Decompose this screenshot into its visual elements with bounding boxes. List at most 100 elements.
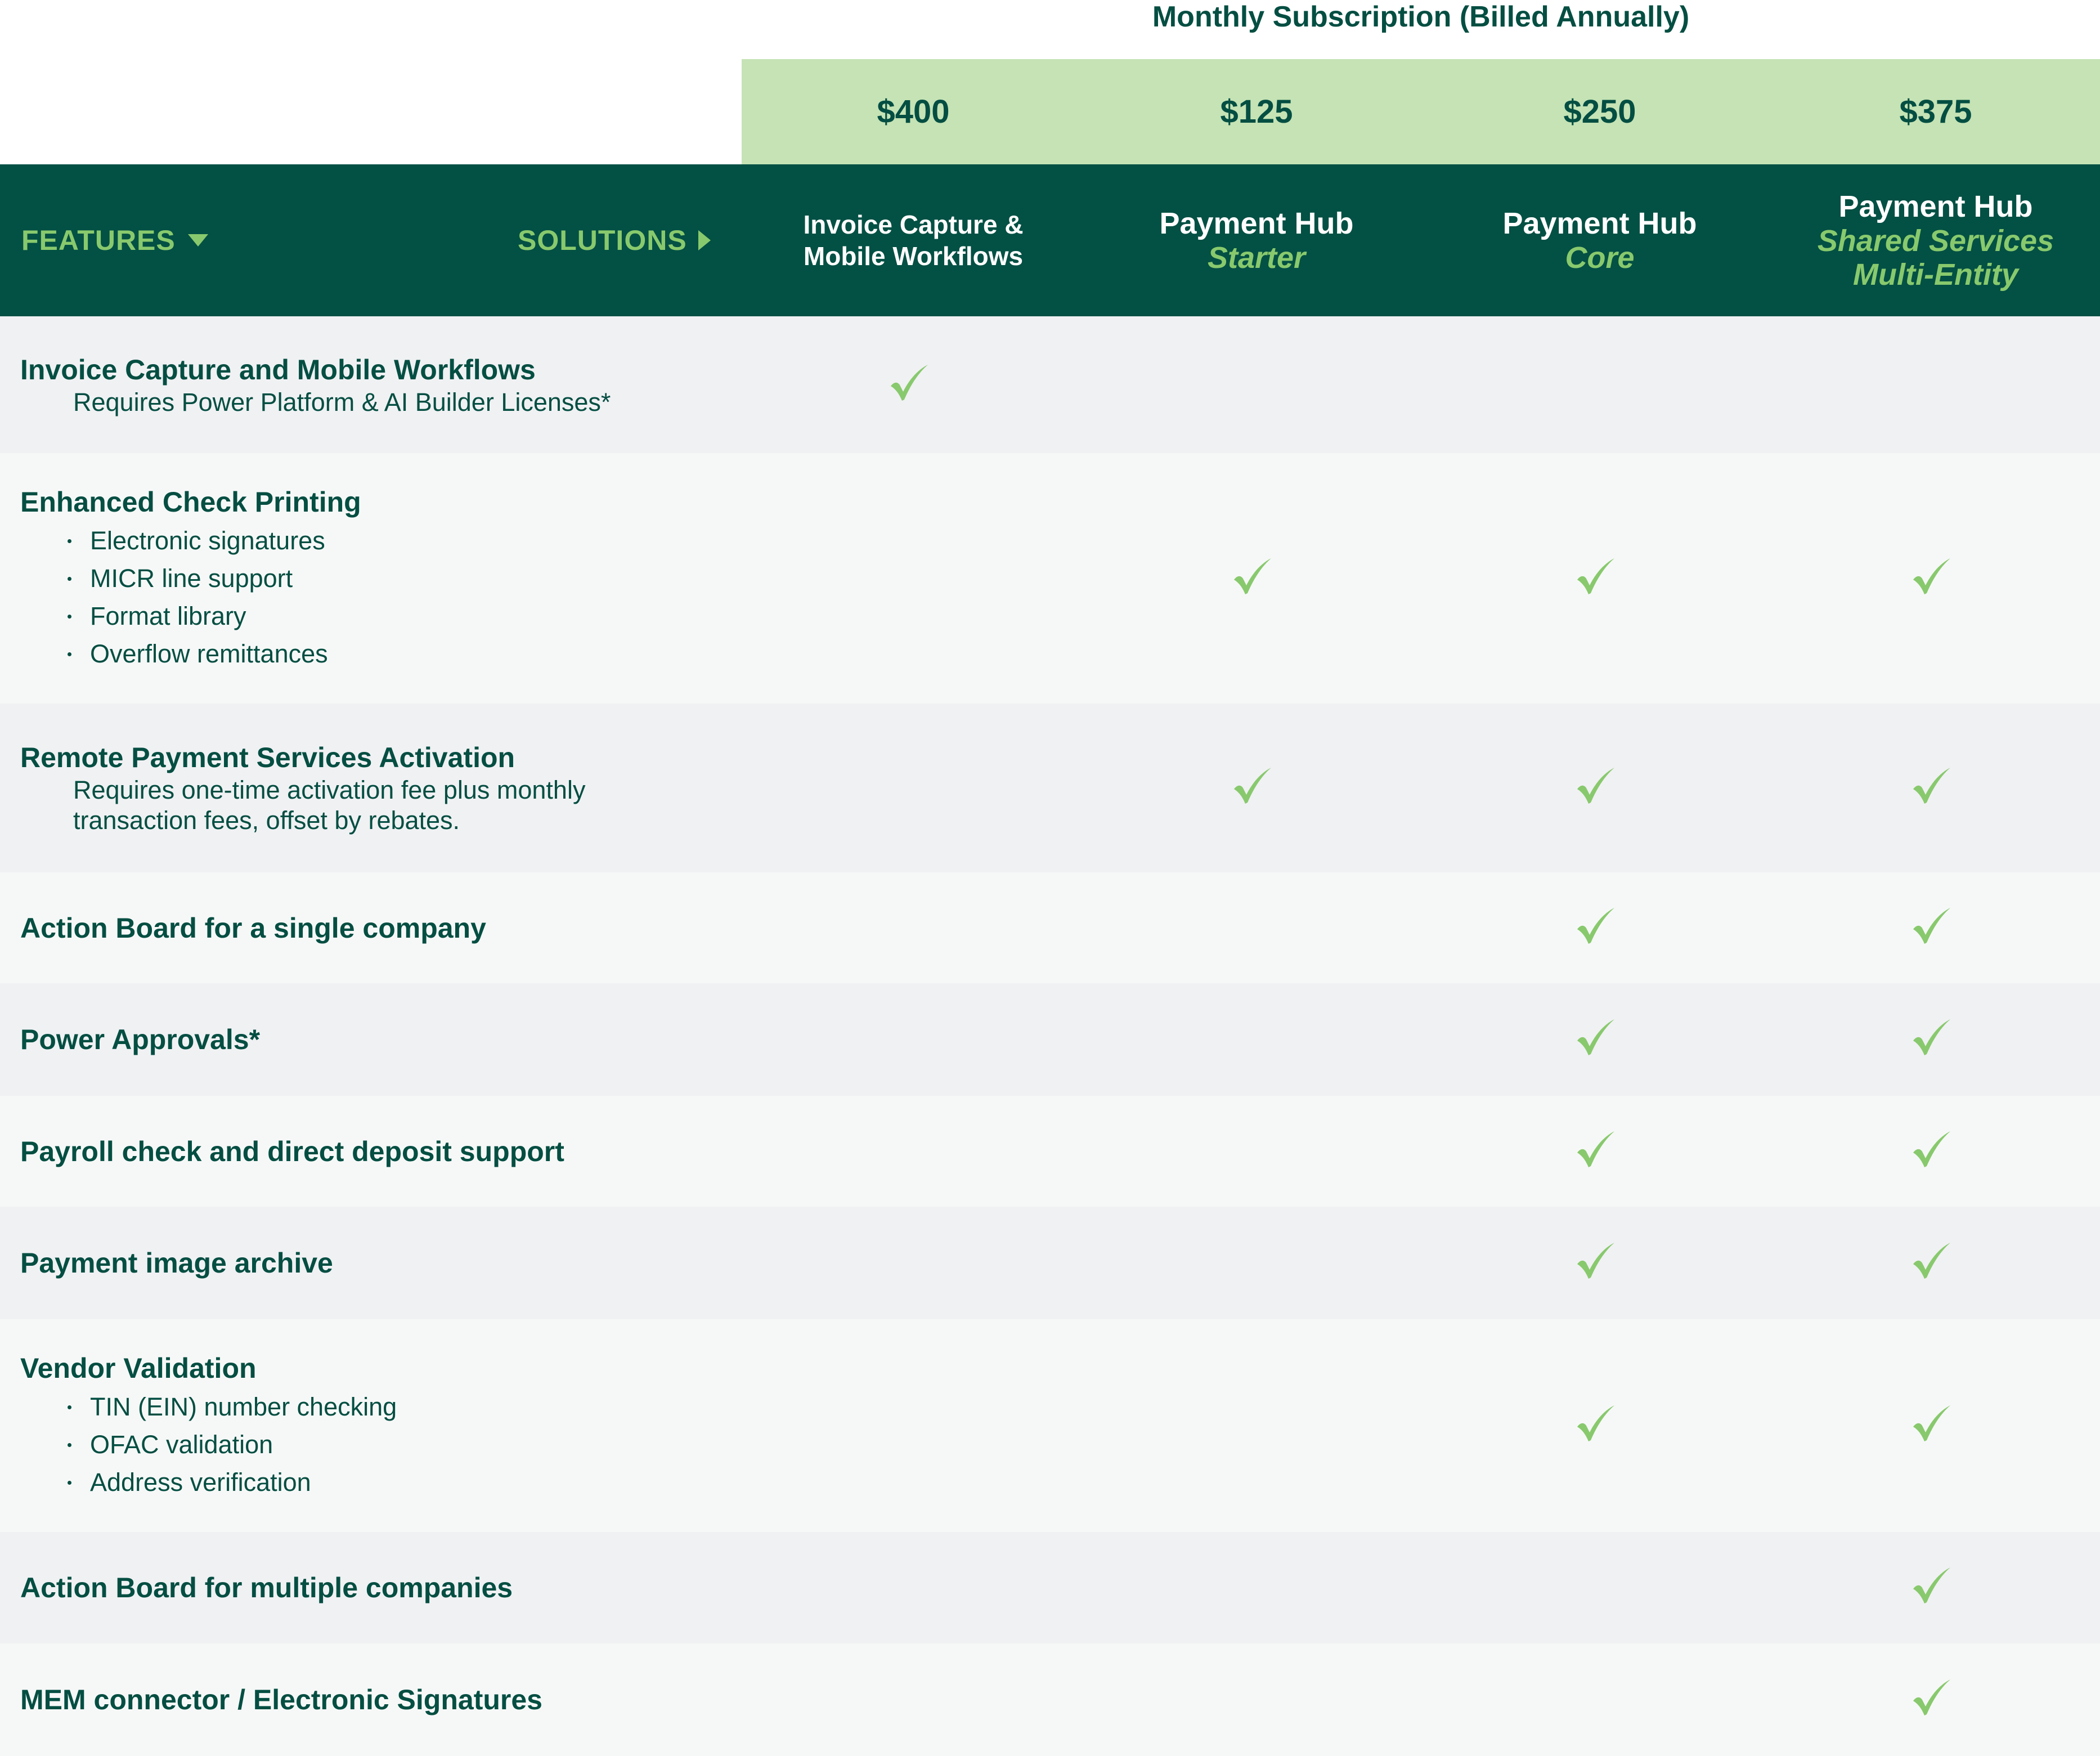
plan-cell [1428,1532,1771,1643]
plan-header-invoice-capture: Invoice Capture & Mobile Workflows [742,164,1085,316]
plan-cell [1085,453,1428,704]
plan-cell [1428,1319,1771,1532]
feature-name: Power Approvals* [20,1024,261,1055]
plan-cell [1085,872,1428,983]
check-icon [1233,558,1272,595]
check-icon [1912,1405,1951,1443]
plan-cell [1428,453,1771,704]
plan-name-line1: Invoice Capture & [803,210,1024,239]
plan-name: Payment Hub [1502,207,1697,240]
check-icon [1912,907,1951,945]
feature-label: MEM connector / Electronic Signatures [20,1643,721,1756]
check-icon [1576,1243,1616,1280]
feature-label: Payroll check and direct deposit support [20,1096,721,1207]
plan-cell [1085,704,1428,872]
plan-cell [1085,316,1428,453]
plan-cells [742,1096,2100,1207]
plan-cell [742,983,1085,1096]
plan-cell [1085,1643,1428,1756]
price-payment-hub-shared: $375 [1899,93,1972,130]
price-band: $400 $125 $250 $375 [742,59,2100,164]
caret-down-icon [187,234,208,247]
features-label: FEATURES [21,225,176,256]
plan-cells [742,704,2100,872]
plan-cell [1085,1096,1428,1207]
plan-cells [742,316,2100,453]
check-icon [1912,1243,1951,1280]
solutions-label: SOLUTIONS [518,225,687,256]
feature-name: Payroll check and direct deposit support [20,1135,564,1167]
feature-label: Vendor Validation TIN (EIN) number checki… [20,1319,721,1532]
plan-cell [1771,1096,2100,1207]
feature-bullet: Overflow remittances [68,635,721,673]
feature-label: Power Approvals* [20,983,721,1096]
table-header: FEATURES SOLUTIONS Invoice Capture & Mob… [0,164,2100,316]
plan-tier: Core [1565,241,1635,275]
plan-cell [1771,983,2100,1096]
feature-row: Action Board for multiple companies [0,1532,2100,1643]
feature-bullet: MICR line support [68,559,721,597]
plan-cell [742,1532,1085,1643]
check-icon [1576,558,1616,595]
caret-right-icon [698,230,711,250]
plan-cell [1771,872,2100,983]
check-icon [1576,1131,1616,1168]
feature-label: Invoice Capture and Mobile Workflows Requ… [20,316,721,453]
plan-tier: Shared Services [1817,224,2054,258]
feature-row: Enhanced Check Printing Electronic signat… [0,453,2100,704]
check-icon [1576,1405,1616,1443]
plan-cells [742,453,2100,704]
subscription-title: Monthly Subscription (Billed Annually) [1152,1,1690,33]
feature-bullet: Address verification [68,1463,721,1501]
feature-row: MEM connector / Electronic Signatures [0,1643,2100,1756]
check-icon [1912,768,1951,805]
plan-cell [1428,316,1771,453]
feature-row: Remote Payment Services Activation Requir… [0,704,2100,872]
plan-tier-line2: Multi-Entity [1853,258,2018,292]
plan-cells [742,983,2100,1096]
feature-name: Invoice Capture and Mobile Workflows [20,353,536,386]
plan-cells [742,1207,2100,1319]
feature-row: Vendor Validation TIN (EIN) number checki… [0,1319,2100,1532]
feature-row: Action Board for a single company [0,872,2100,983]
plan-cell [1428,983,1771,1096]
plan-cell [742,1319,1085,1532]
plan-cell [1085,1319,1428,1532]
plan-cell [1428,1096,1771,1207]
feature-note: transaction fees, offset by rebates. [73,806,460,835]
price-invoice-capture: $400 [877,93,950,130]
plan-cell [742,316,1085,453]
plan-header-starter: Payment Hub Starter [1085,164,1428,316]
plan-cell [1771,316,2100,453]
plan-cell [1428,872,1771,983]
plan-cell [1085,1532,1428,1643]
feature-label: Action Board for multiple companies [20,1532,721,1643]
solutions-header[interactable]: SOLUTIONS [518,164,711,316]
plan-cell [742,872,1085,983]
plan-cells [742,1643,2100,1756]
features-header[interactable]: FEATURES [21,164,208,316]
plan-header-shared-services: Payment Hub Shared Services Multi-Entity [1771,164,2100,316]
check-icon [1912,1567,1951,1605]
plan-cell [1771,453,2100,704]
plan-name: Payment Hub [1159,207,1354,240]
feature-note: Requires Power Platform & AI Builder Lic… [73,387,611,416]
feature-note: Requires one-time activation fee plus mo… [73,776,586,804]
plan-cell [1428,1207,1771,1319]
plan-cell [1085,1207,1428,1319]
plan-cell [742,1207,1085,1319]
feature-name: Enhanced Check Printing [20,486,361,518]
plan-cell [1771,704,2100,872]
feature-label: Enhanced Check Printing Electronic signat… [20,453,721,704]
plan-cell [1771,1643,2100,1756]
feature-row: Invoice Capture and Mobile Workflows Requ… [0,316,2100,453]
feature-label: Remote Payment Services Activation Requir… [20,704,721,872]
price-payment-hub-core: $250 [1563,93,1636,130]
feature-bullet: TIN (EIN) number checking [68,1388,721,1426]
plan-cells [742,1319,2100,1532]
plan-name: Payment Hub [1838,190,2033,223]
feature-row: Payment image archive [0,1207,2100,1319]
plan-header-core: Payment Hub Core [1428,164,1771,316]
plan-cells [742,872,2100,983]
plan-cell [1771,1207,2100,1319]
